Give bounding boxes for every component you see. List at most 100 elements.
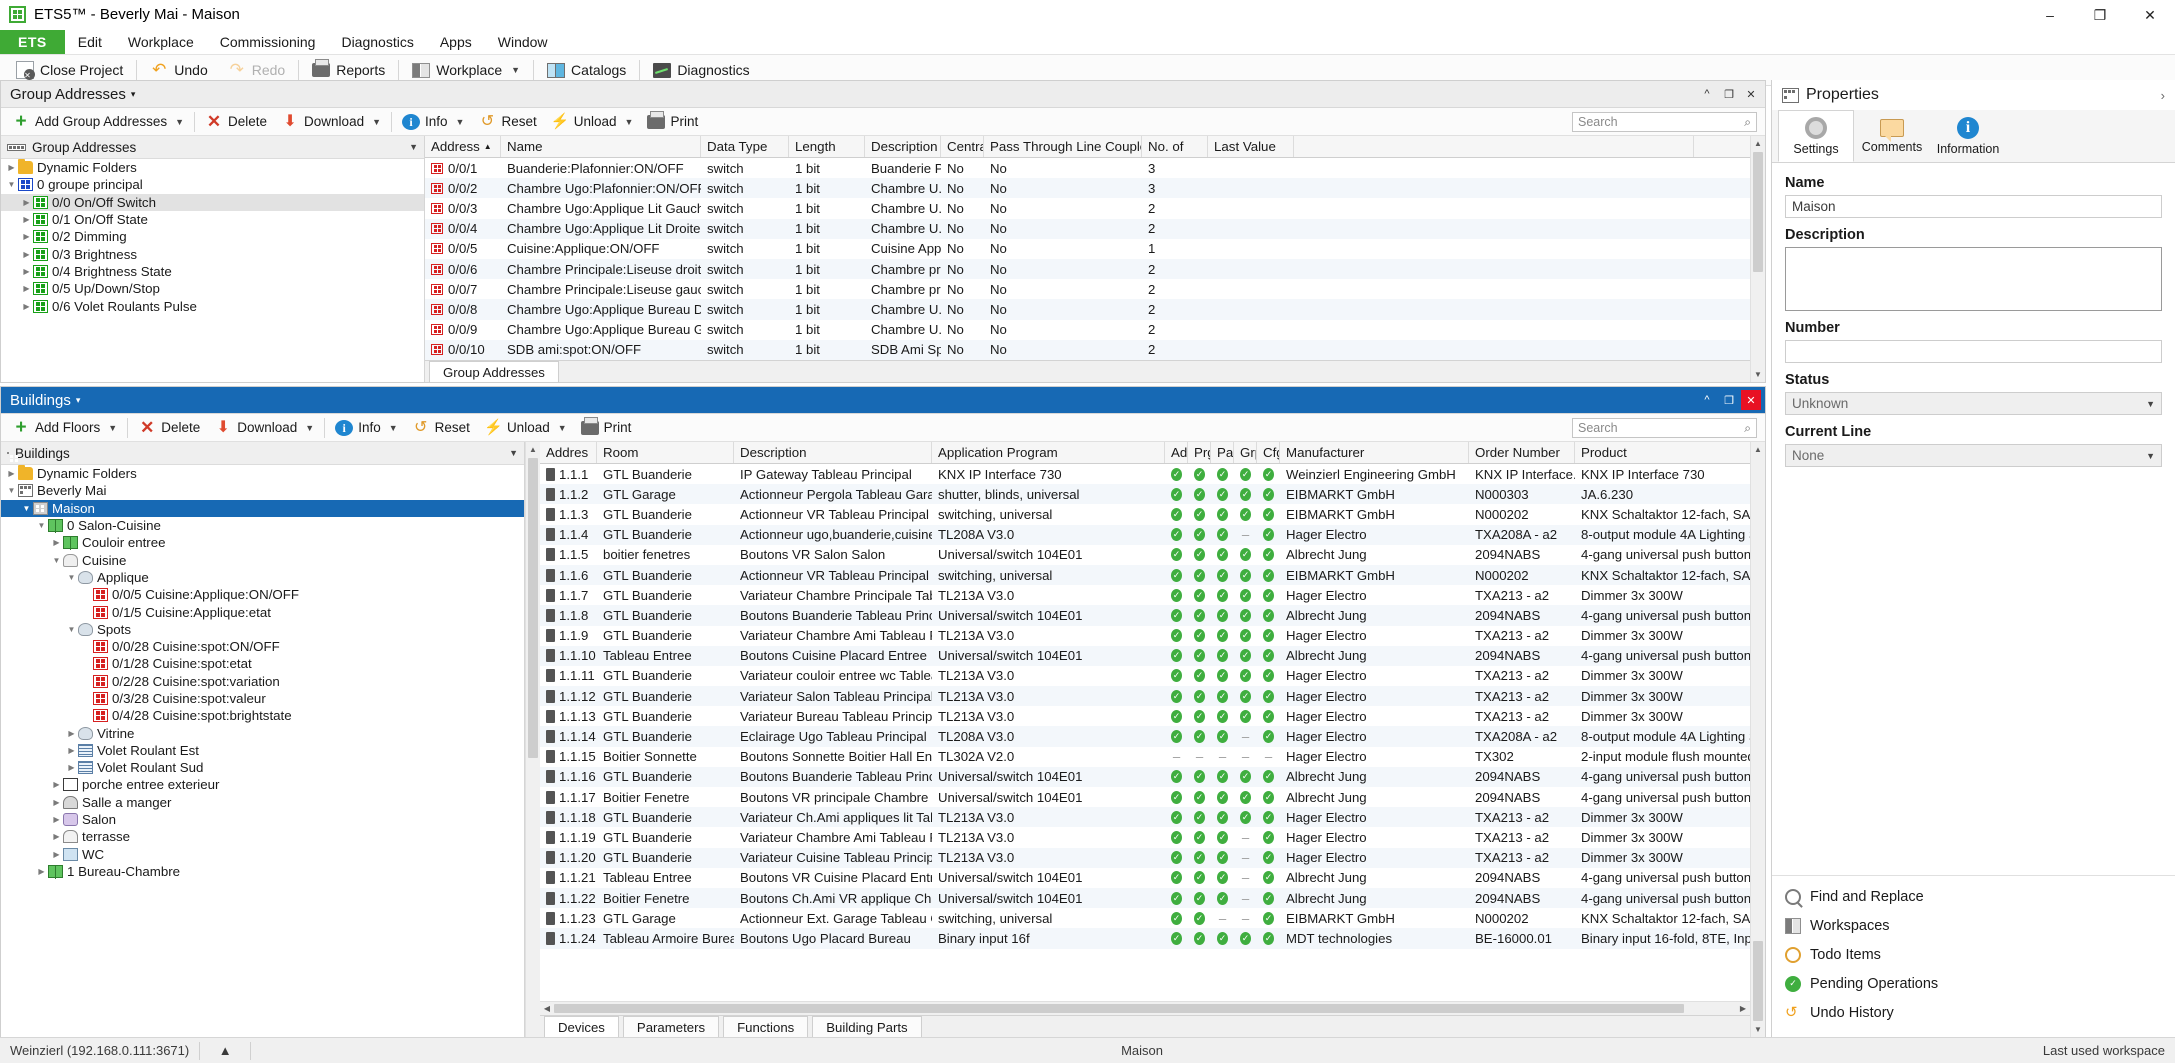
scrollbar-thumb[interactable] bbox=[528, 458, 538, 758]
redo-button[interactable]: ↷ Redo bbox=[218, 58, 295, 83]
chevron-right-icon[interactable]: ▶ bbox=[20, 284, 33, 293]
buildings-column-header[interactable]: Order Number bbox=[1469, 442, 1575, 463]
chevron-right-icon[interactable]: ▶ bbox=[50, 538, 63, 547]
chevron-down-icon[interactable]: ▼ bbox=[50, 556, 63, 565]
group-address-tree-item-node[interactable]: ▶ 0/6 Volet Roulants Pulse bbox=[1, 297, 424, 314]
chevron-down-icon[interactable]: ▼ bbox=[5, 486, 18, 495]
pending-operations-link[interactable]: ✓ Pending Operations bbox=[1785, 969, 2162, 998]
buildings-tree-item-node[interactable]: 0/1/28 Cuisine:spot:etat bbox=[1, 655, 524, 672]
info-button[interactable]: i Info ▼ bbox=[328, 415, 404, 440]
table-row[interactable]: 0/0/8 Chambre Ugo:Applique Bureau Droite:… bbox=[425, 299, 1750, 320]
restore-icon[interactable]: ^ bbox=[1697, 390, 1717, 410]
table-row[interactable]: 1.1.14 GTL Buanderie Eclairage Ugo Tableau… bbox=[540, 726, 1750, 747]
chevron-down-icon[interactable]: ▼ bbox=[558, 423, 567, 433]
table-row[interactable]: 0/0/1 Buanderie:Plafonnier:ON/OFF switch 1 … bbox=[425, 158, 1750, 178]
current-line-select[interactable]: None ▼ bbox=[1785, 444, 2162, 467]
table-row[interactable]: 0/0/3 Chambre Ugo:Applique Lit Gauche:ON/… bbox=[425, 198, 1750, 218]
buildings-tree-item-node[interactable]: ▼ Beverly Mai bbox=[1, 482, 524, 499]
print-button[interactable]: Print bbox=[574, 415, 639, 440]
table-row[interactable]: 1.1.5 boitier fenetres Boutons VR Salon Sa… bbox=[540, 545, 1750, 565]
group-address-tree-item-node[interactable]: ▶ Dynamic Folders bbox=[1, 159, 424, 176]
buildings-column-header[interactable]: Par bbox=[1211, 442, 1234, 463]
chevron-right-icon[interactable]: ▶ bbox=[20, 267, 33, 276]
group-address-tree-item-node[interactable]: ▶ 0/0 On/Off Switch bbox=[1, 193, 424, 211]
chevron-down-icon[interactable]: ▼ bbox=[511, 65, 520, 75]
buildings-tree-item-node[interactable]: ▶ Salle a manger bbox=[1, 794, 524, 811]
description-field[interactable] bbox=[1785, 247, 2162, 311]
delete-button[interactable]: ✕ Delete bbox=[131, 415, 207, 440]
maximize-icon[interactable]: ❐ bbox=[1719, 390, 1739, 410]
chevron-right-icon[interactable]: ▶ bbox=[20, 198, 33, 207]
download-button[interactable]: ⬇ Download ▼ bbox=[274, 109, 388, 134]
table-row[interactable]: 1.1.2 GTL Garage Actionneur Pergola Tablea… bbox=[540, 484, 1750, 505]
chevron-down-icon[interactable]: ▼ bbox=[625, 117, 634, 127]
tab-functions[interactable]: Functions bbox=[723, 1016, 809, 1037]
buildings-tree-item-node[interactable]: ▶ terrasse bbox=[1, 828, 524, 845]
chevron-right-icon[interactable]: › bbox=[2161, 88, 2165, 103]
buildings-column-header[interactable]: Adr bbox=[1165, 442, 1188, 463]
buildings-tree-item-node[interactable]: ▶ WC bbox=[1, 846, 524, 863]
diagnostics-button[interactable]: Diagnostics bbox=[643, 58, 759, 83]
chevron-right-icon[interactable]: ▶ bbox=[50, 780, 63, 789]
download-button[interactable]: ⬇ Download ▼ bbox=[207, 415, 321, 440]
unload-button[interactable]: ⚡ Unload ▼ bbox=[477, 415, 574, 440]
catalogs-button[interactable]: Catalogs bbox=[537, 58, 636, 83]
status-select[interactable]: Unknown ▼ bbox=[1785, 392, 2162, 415]
table-row[interactable]: 1.1.20 GTL Buanderie Variateur Cuisine Tab… bbox=[540, 847, 1750, 868]
table-row[interactable]: 0/0/9 Chambre Ugo:Applique Bureau Gauche:… bbox=[425, 320, 1750, 340]
chevron-down-icon[interactable]: ▼ bbox=[5, 180, 18, 189]
table-row[interactable]: 0/0/7 Chambre Principale:Liseuse gauche:O… bbox=[425, 279, 1750, 299]
restore-icon[interactable]: ^ bbox=[1697, 84, 1717, 104]
table-row[interactable]: 1.1.23 GTL Garage Actionneur Ext. Garage T… bbox=[540, 908, 1750, 928]
chevron-right-icon[interactable]: ▶ bbox=[65, 746, 78, 755]
buildings-tree-item-node[interactable]: ▶ Dynamic Folders bbox=[1, 465, 524, 482]
buildings-tree-item-node[interactable]: 0/1/5 Cuisine:Applique:etat bbox=[1, 603, 524, 620]
table-row[interactable]: 1.1.7 GTL Buanderie Variateur Chambre Prin… bbox=[540, 585, 1750, 605]
chevron-down-icon[interactable]: ▼ bbox=[305, 423, 314, 433]
add-floors-button[interactable]: + Add Floors ▼ bbox=[5, 415, 124, 440]
scroll-down-icon[interactable]: ▼ bbox=[1751, 1022, 1766, 1037]
buildings-tree-item-node[interactable]: ▶ Couloir entree bbox=[1, 534, 524, 551]
chevron-down-icon[interactable]: ▼ bbox=[65, 573, 78, 582]
chevron-down-icon[interactable]: ▼ bbox=[2146, 451, 2155, 461]
tab-settings[interactable]: Settings bbox=[1778, 110, 1854, 162]
tab-building-parts[interactable]: Building Parts bbox=[812, 1016, 922, 1037]
buildings-column-header[interactable]: Application Program bbox=[932, 442, 1165, 463]
tab-devices[interactable]: Devices bbox=[544, 1016, 619, 1037]
group-addresses-column-header[interactable]: Address ▲ bbox=[425, 136, 501, 157]
menu-ets-brand[interactable]: ETS bbox=[0, 30, 65, 54]
group-addresses-column-header[interactable]: Data Type bbox=[701, 136, 789, 157]
add-group-addresses-button[interactable]: + Add Group Addresses ▼ bbox=[5, 109, 191, 134]
table-row[interactable]: 1.1.17 Boitier Fenetre Boutons VR principa… bbox=[540, 787, 1750, 807]
scroll-up-icon[interactable]: ▲ bbox=[1751, 136, 1766, 151]
buildings-vertical-scrollbar[interactable]: ▲ ▼ bbox=[1750, 442, 1765, 1037]
chevron-down-icon[interactable]: ▼ bbox=[409, 142, 418, 152]
menu-item-edit[interactable]: Edit bbox=[65, 30, 115, 54]
chevron-down-icon[interactable]: ▼ bbox=[389, 423, 398, 433]
reset-button[interactable]: ↺ Reset bbox=[405, 415, 477, 440]
buildings-tree-item-node[interactable]: ▶ Volet Roulant Est bbox=[1, 742, 524, 759]
chevron-down-icon[interactable]: ▼ bbox=[372, 117, 381, 127]
buildings-tree-item-node[interactable]: ▼ Applique bbox=[1, 569, 524, 586]
todo-items-link[interactable]: Todo Items bbox=[1785, 940, 2162, 969]
group-addresses-column-header[interactable]: Central bbox=[941, 136, 984, 157]
chevron-down-icon[interactable]: ▼ bbox=[35, 521, 48, 530]
group-addresses-column-header[interactable]: Description bbox=[865, 136, 941, 157]
table-row[interactable]: 1.1.15 Boitier Sonnette Boutons Sonnette B… bbox=[540, 747, 1750, 767]
find-and-replace-link[interactable]: Find and Replace bbox=[1785, 882, 2162, 911]
undo-history-link[interactable]: ↺ Undo History bbox=[1785, 998, 2162, 1027]
table-row[interactable]: 0/0/4 Chambre Ugo:Applique Lit Droite:ON/… bbox=[425, 218, 1750, 239]
buildings-tree-item-node[interactable]: ▶ Volet Roulant Sud bbox=[1, 759, 524, 776]
buildings-tree-item-node[interactable]: 0/4/28 Cuisine:spot:brightstate bbox=[1, 707, 524, 724]
chevron-right-icon[interactable]: ▶ bbox=[35, 867, 48, 876]
group-addresses-vertical-scrollbar[interactable]: ▲ ▼ bbox=[1750, 136, 1765, 382]
group-addresses-search-input[interactable]: Search ⌕ bbox=[1572, 112, 1757, 132]
chevron-down-icon[interactable]: ▼ bbox=[65, 625, 78, 634]
buildings-tree-item-node[interactable]: ▶ 1 Bureau-Chambre bbox=[1, 863, 524, 880]
chevron-right-icon[interactable]: ▶ bbox=[5, 469, 18, 478]
chevron-right-icon[interactable]: ▶ bbox=[50, 815, 63, 824]
close-icon[interactable]: ✕ bbox=[2125, 0, 2175, 30]
buildings-tree-item-node[interactable]: 0/0/28 Cuisine:spot:ON/OFF bbox=[1, 638, 524, 655]
table-row[interactable]: 1.1.1 GTL Buanderie IP Gateway Tableau Pri… bbox=[540, 464, 1750, 484]
buildings-tree-item-node[interactable]: ▼ 0 Salon-Cuisine bbox=[1, 517, 524, 534]
